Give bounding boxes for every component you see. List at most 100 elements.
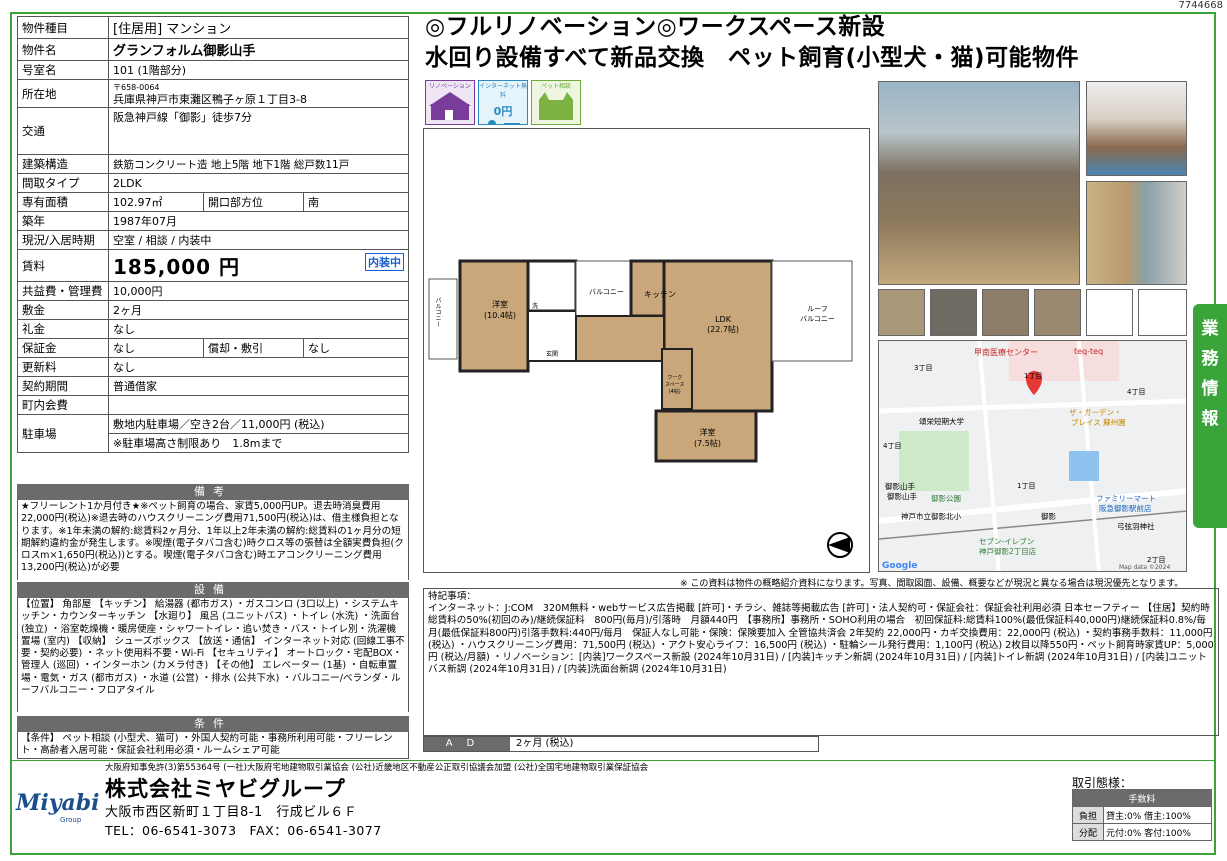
value: 101 (1階部分) (108, 60, 409, 80)
special-notes: 特記事項： インターネット：J:COM 320M無料・webサービス広告掲載 [… (423, 588, 1219, 736)
label: 共益費・管理費 (17, 281, 109, 301)
map-label: 御影山手 (887, 492, 917, 501)
rent-value: 185,000 円 (113, 255, 241, 279)
internet-free-icon: インターネット無料 0円 (478, 80, 528, 125)
label: 物件種目 (17, 16, 109, 39)
map-label: 甲南医療センター (974, 348, 1038, 357)
text: ルーフ (807, 305, 828, 313)
address-cell: 〒658-0064 兵庫県神戸市東灘区鴨子ヶ原１丁目3-8 (108, 79, 409, 108)
map-label: 阪急御影駅前店 (1099, 504, 1152, 513)
fee-header: 手数料 (1072, 789, 1212, 807)
label: 交通 (17, 107, 109, 155)
ad-label: AD (424, 737, 510, 751)
ldk-label: LDK (22.7帖) (707, 315, 739, 335)
text: バルコニー (800, 315, 835, 323)
icon-label: リノベーション (429, 83, 471, 90)
logo-sub: Group (60, 816, 82, 824)
label: 物件名 (17, 38, 109, 61)
thumb-photo-empty (1138, 289, 1187, 336)
fee-value: 貸主:0% 借主:100% (1103, 806, 1212, 824)
left-balcony-label: バルコニー (434, 297, 441, 327)
label: 礼金 (17, 319, 109, 339)
room-size: (22.7帖) (707, 325, 740, 334)
row-rent: 賃料 内装中 185,000 円 (17, 249, 409, 282)
thumb-photo-3[interactable] (982, 289, 1029, 336)
value: なし (108, 338, 204, 358)
map-label: 1丁目 (1017, 482, 1036, 490)
headline-line2: 水回り設備すべて新品交換 ペット飼育(小型犬・猫)可能物件 (425, 45, 1079, 71)
value: 普通借家 (108, 376, 409, 396)
map-label: 神戸市立御影北小 (901, 512, 961, 521)
label: 現況/入居時期 (17, 230, 109, 250)
label: 更新料 (17, 357, 109, 377)
room-size: (7.5帖) (694, 439, 721, 448)
thumb-photo-4[interactable] (1034, 289, 1081, 336)
row-access: 交通 阪急神戸線「御影」徒歩7分 (17, 107, 409, 155)
building-photo[interactable] (878, 81, 1080, 285)
tab-char: 情 (1201, 379, 1219, 399)
map-label: teq-teq (1074, 347, 1104, 356)
business-info-tab[interactable]: 業 務 情 報 (1193, 304, 1227, 528)
label: 専有面積 (17, 192, 109, 212)
row-type: 物件種目 [住居用] マンション (17, 16, 409, 39)
icon-label: ペット相談 (540, 83, 571, 90)
company-name: 株式会社ミヤビグループ (105, 777, 346, 801)
thumb-photo-2[interactable] (930, 289, 977, 336)
map-label: 頌栄短期大学 (919, 417, 964, 426)
renovation-icon: リノベーション (425, 80, 475, 125)
map-label: 3丁目 (914, 364, 933, 372)
row-contract: 契約期間 普通借家 (17, 376, 409, 396)
row-structure: 建築構造 鉄筋コンクリート造 地上5階 地下1階 総戸数11戸 (17, 154, 409, 174)
floorplan-box: 洋室 (10.4帖) LDK (22.7帖) 洋室 (7.5帖) キッチン バル… (423, 128, 870, 573)
balcony-label: バルコニー (589, 288, 624, 296)
label: 賃料 (17, 249, 109, 282)
row-key-money: 礼金 なし (17, 319, 409, 339)
row-layout: 間取タイプ 2LDK (17, 173, 409, 193)
tab-char: 業 (1201, 319, 1219, 339)
remarks-header: 備考 (17, 484, 409, 500)
rent-cell: 内装中 185,000 円 (108, 249, 409, 282)
thumb-photo-1[interactable] (878, 289, 925, 336)
room-name: 洋室 (492, 300, 509, 309)
location-map[interactable]: 甲南医療センター teq-teq 3丁目 1丁目 4丁目 4丁目 頌栄短期大学 … (878, 340, 1187, 572)
equipment-header: 設備 (17, 582, 409, 598)
label: 間取タイプ (17, 173, 109, 193)
label: 町内会費 (17, 395, 109, 415)
conditions-text: 【条件】 ペット相談 (小型犬、猫可) ・外国人契約可能・事務所利用可能・フリー… (17, 732, 409, 759)
label: 保証金 (17, 338, 109, 358)
row-room: 号室名 101 (1階部分) (17, 60, 409, 80)
value: [住居用] マンション (108, 16, 409, 39)
zip: 〒658-0064 (113, 82, 160, 92)
entrance-photo[interactable] (1086, 181, 1187, 285)
property-name: グランフォルム御影山手 (108, 38, 409, 61)
room-west-label: 洋室 (10.4帖) (484, 299, 516, 321)
text: (4帖) (668, 389, 681, 395)
headline-line1: ◎フルリノベーション◎ワークスペース新設 (425, 14, 886, 40)
room-size: (10.4帖) (484, 311, 517, 320)
label: 築年 (17, 211, 109, 231)
icon-sub: 0円 (493, 105, 513, 118)
label: 開口部方位 (203, 192, 304, 212)
company-address: 大阪市西区新町１丁目8-1 行成ビル６Ｆ (105, 805, 358, 820)
kitchen-label: キッチン (644, 290, 676, 299)
map-label: 4丁目 (1127, 388, 1146, 396)
label: 号室名 (17, 60, 109, 80)
map-label: 4丁目 (883, 442, 902, 450)
value: ※駐車場高さ制限あり 1.8mまで (108, 433, 409, 453)
person-graphic (488, 120, 520, 124)
map-label: プレイス 蘇州園 (1071, 418, 1126, 427)
map-label: 神戸御影2丁目店 (979, 547, 1037, 556)
google-logo: Google (882, 561, 918, 571)
label: 敷金 (17, 300, 109, 320)
tab-char: 務 (1201, 349, 1219, 369)
row-renewal: 更新料 なし (17, 357, 409, 377)
value: 2LDK (108, 173, 409, 193)
equipment-text: 【位置】 角部屋 【キッチン】 給湯器 (都市ガス) ・ガスコンロ (3口以上)… (17, 598, 409, 712)
room-name: LDK (715, 315, 731, 324)
license-text: 大阪府知事免許(3)第55364号 (一社)大阪府宅地建物取引業協会 (公社)近… (105, 763, 649, 773)
conditions-header: 条件 (17, 716, 409, 732)
value (108, 395, 409, 415)
remarks-text: ★フリーレント1か月付き★※ペット飼育の場合、家賃5,000円UP。退去時消臭費… (17, 500, 409, 580)
logo-text: Miyabi (16, 790, 100, 816)
interior-photo[interactable] (1086, 81, 1187, 176)
